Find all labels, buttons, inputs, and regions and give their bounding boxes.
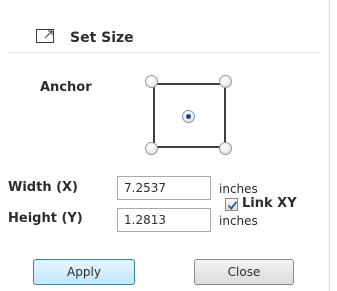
width-input[interactable]: 7.2537 [117, 176, 211, 200]
link-xy-checkbox[interactable] [225, 198, 238, 211]
height-label: Height (Y) [8, 211, 83, 226]
close-button[interactable]: Close [194, 259, 294, 285]
width-unit: inches [219, 182, 258, 196]
anchor-center-radio[interactable] [182, 110, 195, 123]
height-unit: inches [219, 214, 258, 228]
resize-box-icon [36, 28, 54, 43]
anchor-selector [140, 70, 240, 162]
apply-button[interactable]: Apply [33, 259, 135, 285]
anchor-bottom-right-radio[interactable] [219, 142, 232, 155]
anchor-label: Anchor [40, 80, 92, 95]
link-xy-label: Link XY [242, 196, 297, 211]
panel-title: Set Size [70, 30, 134, 46]
anchor-bottom-left-radio[interactable] [145, 142, 158, 155]
checkmark-icon [227, 201, 238, 210]
anchor-top-left-radio[interactable] [145, 75, 158, 88]
anchor-top-right-radio[interactable] [219, 75, 232, 88]
set-size-panel: Set Size Anchor Width (X) 7.2537 inches … [0, 0, 330, 291]
height-input[interactable]: 1.2813 [117, 208, 211, 232]
width-label: Width (X) [8, 180, 79, 195]
panel-header: Set Size [9, 8, 321, 53]
